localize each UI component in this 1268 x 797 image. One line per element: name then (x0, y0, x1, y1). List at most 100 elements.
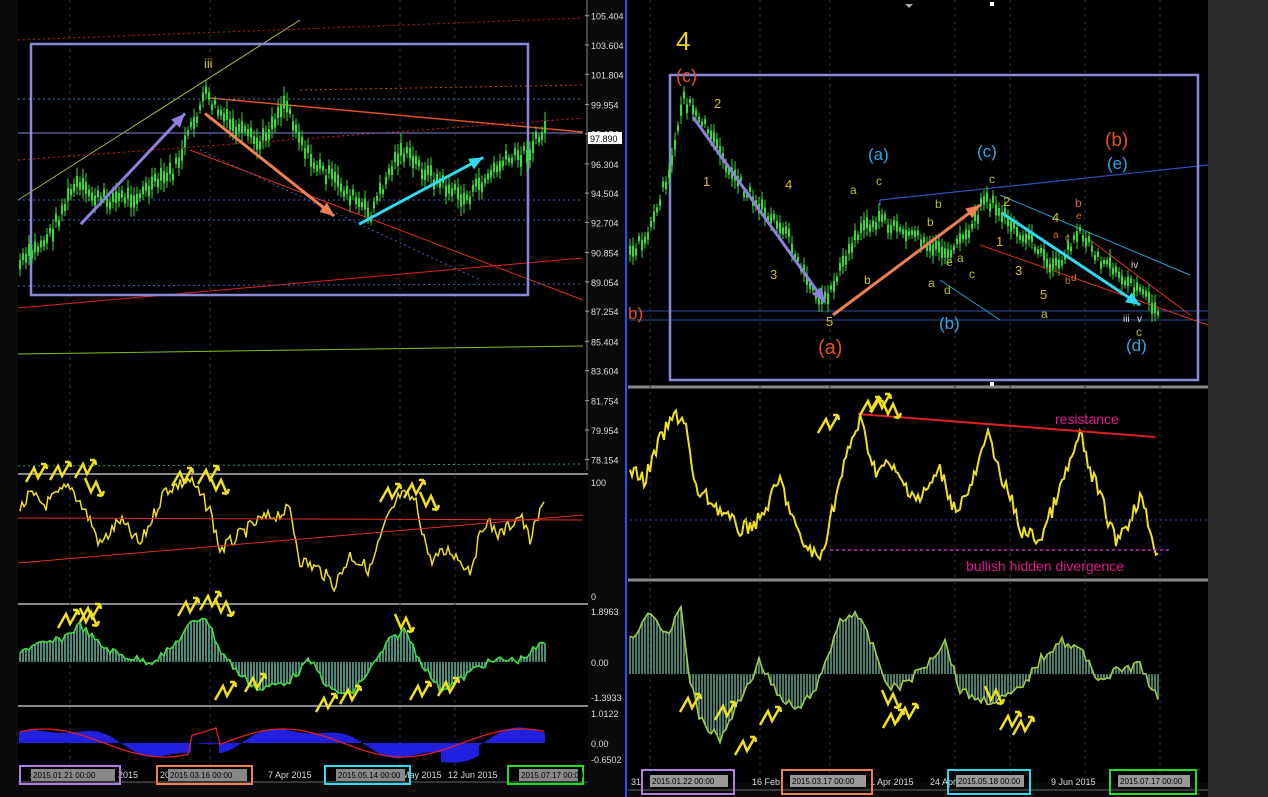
left-candle-body (193, 117, 195, 129)
left-candle-body (70, 188, 72, 196)
right-candle-body (1094, 254, 1096, 261)
right-candle-body (923, 237, 925, 243)
left-candle-body (88, 189, 90, 197)
right-wave-label-20: e (946, 255, 953, 269)
right-candle-body (740, 176, 742, 181)
right-candle-body (1124, 280, 1126, 286)
right-wave-label-10: c (876, 174, 882, 188)
left-candle-body (523, 145, 525, 151)
right-xtick-0: 31 (631, 777, 641, 787)
right-candle-body (662, 181, 664, 188)
right-candle-body (1115, 266, 1117, 273)
right-wave-label-14: b (935, 197, 942, 211)
left-candle-body (367, 207, 369, 218)
right-candle-body (1049, 263, 1051, 273)
right-wave-label-12: (c) (977, 142, 997, 161)
left-candle-body (505, 150, 507, 160)
left-candle-body (373, 201, 375, 209)
right-wave-label-7: (a) (818, 337, 842, 359)
left-candle-body (160, 167, 162, 181)
left-candle-body (517, 149, 519, 161)
right-candle-body (776, 220, 778, 229)
left-candle-body (346, 185, 348, 194)
left-candle-body (103, 189, 105, 198)
right-candle-body (857, 234, 859, 240)
right-candle-body (908, 231, 910, 236)
right-wave-label-35: b (1065, 276, 1071, 287)
left-candle-body (343, 190, 345, 197)
left-candle-body (316, 165, 318, 172)
right-candle-body (1091, 245, 1093, 253)
right-candle-body (890, 224, 892, 234)
right-candle-body (863, 219, 865, 231)
left-candle-body (217, 109, 219, 116)
left-candle-body (313, 162, 315, 169)
left-candle-body (526, 149, 528, 163)
left-candle-body (115, 191, 117, 203)
left-candle-body (301, 136, 303, 146)
right-candle-body (782, 227, 784, 235)
right-candle-body (905, 230, 907, 242)
right-candle-body (833, 280, 835, 292)
right-candle-body (1100, 261, 1102, 269)
right-candle-body (1085, 238, 1087, 247)
left-ytick-label-2: 101.804 (591, 70, 624, 80)
right-candle-body (1088, 236, 1090, 243)
right-candle-body (965, 229, 967, 240)
left-candle-body (139, 193, 141, 199)
right-wave-label-26: 4 (1052, 210, 1059, 225)
left-candle-body (421, 169, 423, 180)
left-ytick-label-1: 103.604 (591, 41, 624, 51)
right-wave-label-0: 4 (676, 26, 690, 56)
left-candle-body (520, 155, 522, 167)
current-price-label: 97.890 (590, 134, 618, 144)
left-candle-body (178, 157, 180, 169)
right-candle-body (1076, 231, 1078, 242)
left-date-label-0: 2015.01.21 00:00 (33, 771, 96, 780)
right-candle-body (1139, 287, 1141, 292)
left-candle-body (223, 113, 225, 122)
left-candle-body (487, 173, 489, 180)
right-candle-body (896, 221, 898, 232)
right-candle-body (659, 199, 661, 206)
right-candle-body (668, 169, 670, 178)
left-candle-body (532, 140, 534, 154)
right-candle-body (860, 223, 862, 233)
left-candle-body (289, 108, 291, 114)
left-candle-body (511, 157, 513, 164)
right-chart-bg (628, 0, 1208, 782)
right-candle-body (650, 220, 652, 227)
left-candle-body (238, 123, 240, 132)
right-candle-body (635, 248, 637, 256)
right-candle-body (1061, 260, 1063, 266)
left-candle-body (307, 145, 309, 153)
left-date-label-2: 2015.05.14 00:00 (338, 771, 401, 780)
right-candle-body (713, 132, 715, 143)
left-candle-body (463, 192, 465, 205)
right-xtick-2: 1 Apr 2015 (870, 777, 914, 787)
left-osc2-ytick-2: -1.3933 (591, 693, 622, 703)
right-wave-label-17: a (957, 251, 964, 265)
right-wave-label-22: (b) (1105, 130, 1128, 151)
left-ytick-label-8: 90.854 (591, 249, 619, 259)
right-candle-body (1043, 249, 1045, 261)
right-candle-body (647, 232, 649, 240)
right-wave-label-33: c (1065, 233, 1070, 244)
left-candle-body (184, 135, 186, 147)
left-candle-body (514, 148, 516, 156)
right-wave-label-24: 2 (1003, 194, 1010, 209)
right-candle-body (1103, 259, 1105, 265)
right-candle-body (674, 139, 676, 150)
right-wave-label-2: 2 (714, 96, 721, 111)
left-candle-body (229, 118, 231, 130)
left-ytick-label-15: 78.154 (591, 455, 619, 465)
left-candle-body (481, 182, 483, 193)
left-candle-body (535, 131, 537, 139)
left-candle-body (247, 128, 249, 137)
left-candle-body (295, 124, 297, 133)
left-candle-body (454, 184, 456, 191)
left-candle-body (271, 116, 273, 130)
left-candle-body (418, 160, 420, 167)
left-candle-body (325, 175, 327, 185)
right-candle-body (770, 214, 772, 224)
